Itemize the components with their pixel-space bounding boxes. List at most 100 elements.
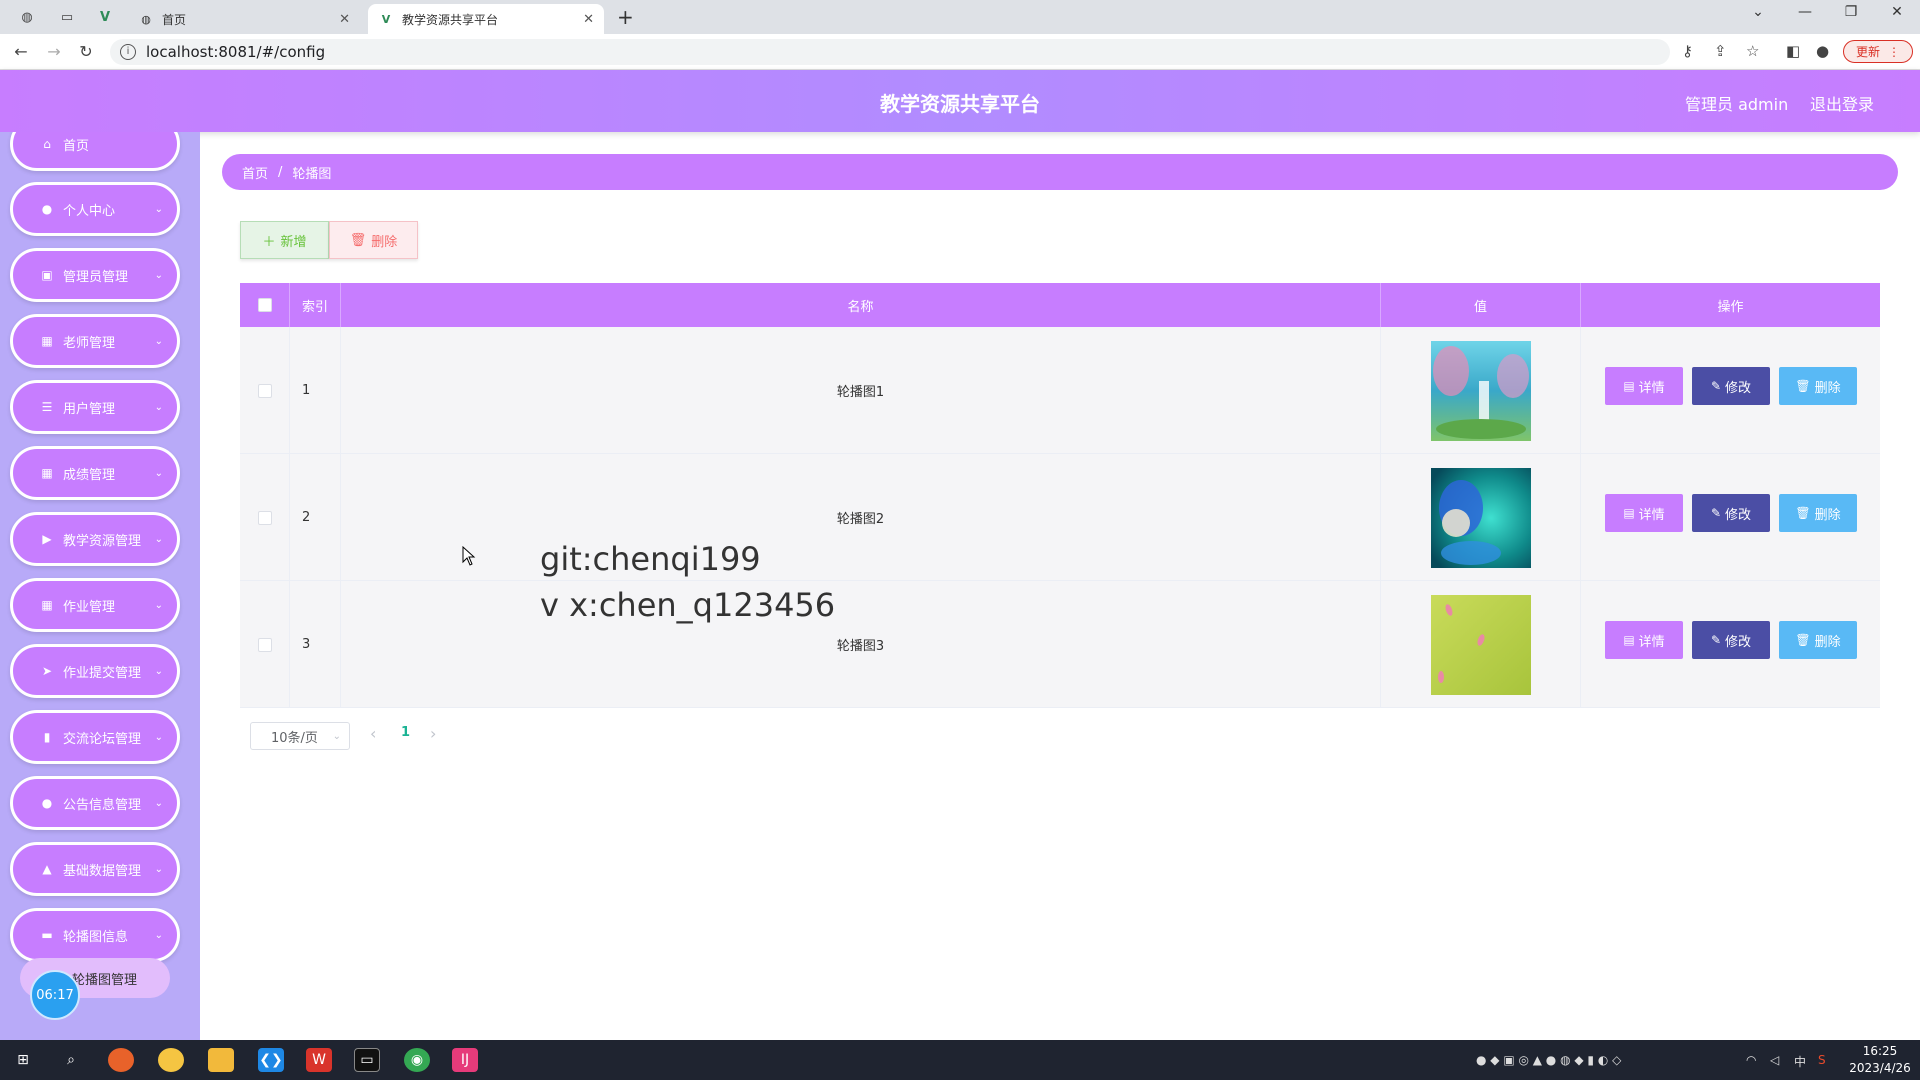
delete-button[interactable]: 🗑 删除: [1779, 621, 1857, 659]
detail-button[interactable]: ▤ 详情: [1605, 621, 1683, 659]
sidebar-item-user[interactable]: ☰ 用户管理 ⌄: [10, 380, 180, 434]
site-info-icon[interactable]: i: [120, 44, 136, 60]
window-close-icon[interactable]: ✕: [1882, 4, 1912, 20]
profile-icon[interactable]: ●: [1816, 42, 1829, 60]
sidebar-item-grades[interactable]: ▦ 成绩管理 ⌄: [10, 446, 180, 500]
file-explorer-icon[interactable]: [208, 1048, 234, 1072]
recording-timer: 06:17: [30, 970, 80, 1020]
close-icon[interactable]: ✕: [583, 12, 594, 27]
key-icon[interactable]: ⚷: [1682, 42, 1693, 60]
firefox-icon[interactable]: [108, 1048, 134, 1072]
sidebar-item-submissions[interactable]: ➤ 作业提交管理 ⌄: [10, 644, 180, 698]
back-icon[interactable]: ←: [10, 41, 32, 63]
clipboard-icon: ▣: [41, 268, 53, 282]
forward-icon[interactable]: →: [43, 41, 65, 63]
vscode-icon[interactable]: ❮❯: [258, 1048, 284, 1072]
sidebar-item-admin[interactable]: ▣ 管理员管理 ⌄: [10, 248, 180, 302]
next-page-icon[interactable]: ›: [430, 724, 436, 743]
chevron-down-icon: ⌄: [154, 269, 163, 281]
sidebar-item-notices[interactable]: ● 公告信息管理 ⌄: [10, 776, 180, 830]
prev-page-icon[interactable]: ‹: [370, 724, 376, 743]
sidebar-item-label: 首页: [63, 138, 90, 154]
detail-button[interactable]: ▤ 详情: [1605, 494, 1683, 532]
header-name: 名称: [341, 283, 1381, 327]
page-number[interactable]: 1: [401, 725, 410, 740]
chevron-down-icon: ⌄: [154, 797, 163, 809]
tab-platform[interactable]: V 教学资源共享平台 ✕: [368, 4, 604, 34]
detail-label: 详情: [1638, 380, 1665, 396]
pinned-tab-globe-icon[interactable]: ◍: [16, 6, 38, 28]
chevron-down-icon: ⌄: [154, 335, 163, 347]
start-windows-icon[interactable]: ⊞: [10, 1048, 36, 1072]
carousel-image-1[interactable]: [1430, 340, 1531, 441]
table-row: 3 轮播图3 ▤ 详情 ✎ 修改 🗑 删除: [240, 581, 1880, 708]
bar-chart-icon: ▮: [43, 730, 51, 744]
sidebar-item-profile[interactable]: ● 个人中心 ⌄: [10, 182, 180, 236]
sidebar-item-label: 老师管理: [63, 335, 116, 351]
row-index: 3: [290, 581, 341, 708]
url-field[interactable]: i localhost:8081/#/config: [110, 39, 1670, 65]
detail-button[interactable]: ▤ 详情: [1605, 367, 1683, 405]
row-select-cell: [240, 327, 290, 454]
reload-icon[interactable]: ↻: [75, 41, 97, 63]
close-icon[interactable]: ✕: [339, 12, 350, 27]
bulk-delete-button[interactable]: 🗑 删除: [329, 221, 418, 259]
sidebar-item-carousel[interactable]: ▬ 轮播图信息 ⌄: [10, 908, 180, 962]
row-actions-cell: ▤ 详情 ✎ 修改 🗑 删除: [1581, 581, 1880, 708]
search-icon[interactable]: ⌕: [58, 1048, 84, 1072]
pencil-icon: ✎: [1710, 506, 1722, 520]
pinned-tab-page-icon[interactable]: ▭: [56, 6, 78, 28]
carousel-image-2[interactable]: [1430, 467, 1531, 568]
delete-button[interactable]: 🗑 删除: [1779, 494, 1857, 532]
edit-button[interactable]: ✎ 修改: [1692, 494, 1770, 532]
terminal-icon[interactable]: ▭: [354, 1048, 380, 1072]
chevron-down-icon: ⌄: [154, 929, 163, 941]
new-tab-icon[interactable]: +: [617, 5, 634, 29]
tray-icons[interactable]: ● ◆ ▣ ◎ ▲ ● ◍ ◆ ▮ ◐ ◇: [1476, 1053, 1621, 1067]
edit-button[interactable]: ✎ 修改: [1692, 367, 1770, 405]
chrome-icon[interactable]: ◉: [404, 1048, 430, 1072]
page-size-select[interactable]: 10条/页 ⌄: [250, 722, 350, 750]
sidebar-item-home[interactable]: ⌂ 首页: [10, 132, 180, 171]
carousel-image-3[interactable]: [1430, 594, 1531, 695]
breadcrumb-home[interactable]: 首页: [242, 163, 268, 182]
sidebar-item-resources[interactable]: ▶ 教学资源管理 ⌄: [10, 512, 180, 566]
bookmark-star-icon[interactable]: ☆: [1746, 42, 1759, 60]
tab-home[interactable]: ◍ 首页 ✕: [128, 4, 360, 34]
sidebar-item-homework[interactable]: ▦ 作业管理 ⌄: [10, 578, 180, 632]
delete-label: 删除: [1814, 634, 1841, 650]
restore-icon[interactable]: ❐: [1836, 4, 1866, 20]
row-checkbox[interactable]: [257, 383, 272, 398]
taskbar-clock[interactable]: 16:25 2023/4/26: [1845, 1043, 1915, 1077]
logout-link[interactable]: 退出登录: [1810, 91, 1874, 115]
breadcrumb: 首页 / 轮播图: [222, 154, 1898, 190]
grid-icon: ▦: [41, 334, 53, 348]
browser-update-button[interactable]: 更新 ⋮: [1843, 40, 1913, 63]
minimize-icon[interactable]: —: [1790, 4, 1820, 20]
ime-indicator[interactable]: 中: [1794, 1053, 1806, 1070]
sidebar-item-forum[interactable]: ▮ 交流论坛管理 ⌄: [10, 710, 180, 764]
intellij-icon[interactable]: IJ: [452, 1048, 478, 1072]
app-icon[interactable]: [158, 1048, 184, 1072]
share-icon[interactable]: ⇪: [1714, 42, 1727, 60]
add-button[interactable]: ＋ 新增: [240, 221, 329, 259]
wifi-icon[interactable]: ◠: [1746, 1053, 1756, 1067]
chevron-down-icon: ⌄: [154, 863, 163, 875]
edit-button[interactable]: ✎ 修改: [1692, 621, 1770, 659]
document-icon: ▤: [1623, 633, 1635, 647]
row-checkbox[interactable]: [257, 637, 272, 652]
delete-button[interactable]: 🗑 删除: [1779, 367, 1857, 405]
input-method-icon[interactable]: S: [1818, 1053, 1826, 1067]
thumb-up-icon: ▲: [42, 862, 52, 876]
row-value-cell: [1381, 327, 1581, 454]
wps-icon[interactable]: W: [306, 1048, 332, 1072]
pinned-tab-vue-icon[interactable]: V: [94, 6, 116, 28]
sidebar-item-basedata[interactable]: ▲ 基础数据管理 ⌄: [10, 842, 180, 896]
side-panel-icon[interactable]: ◧: [1786, 42, 1800, 60]
sidebar-item-label: 教学资源管理: [63, 533, 142, 549]
volume-icon[interactable]: ◁: [1770, 1053, 1779, 1067]
tab-search-chevron-icon[interactable]: ⌄: [1743, 4, 1773, 20]
select-all-checkbox[interactable]: [257, 298, 272, 312]
row-checkbox[interactable]: [257, 510, 272, 525]
sidebar-item-teacher[interactable]: ▦ 老师管理 ⌄: [10, 314, 180, 368]
